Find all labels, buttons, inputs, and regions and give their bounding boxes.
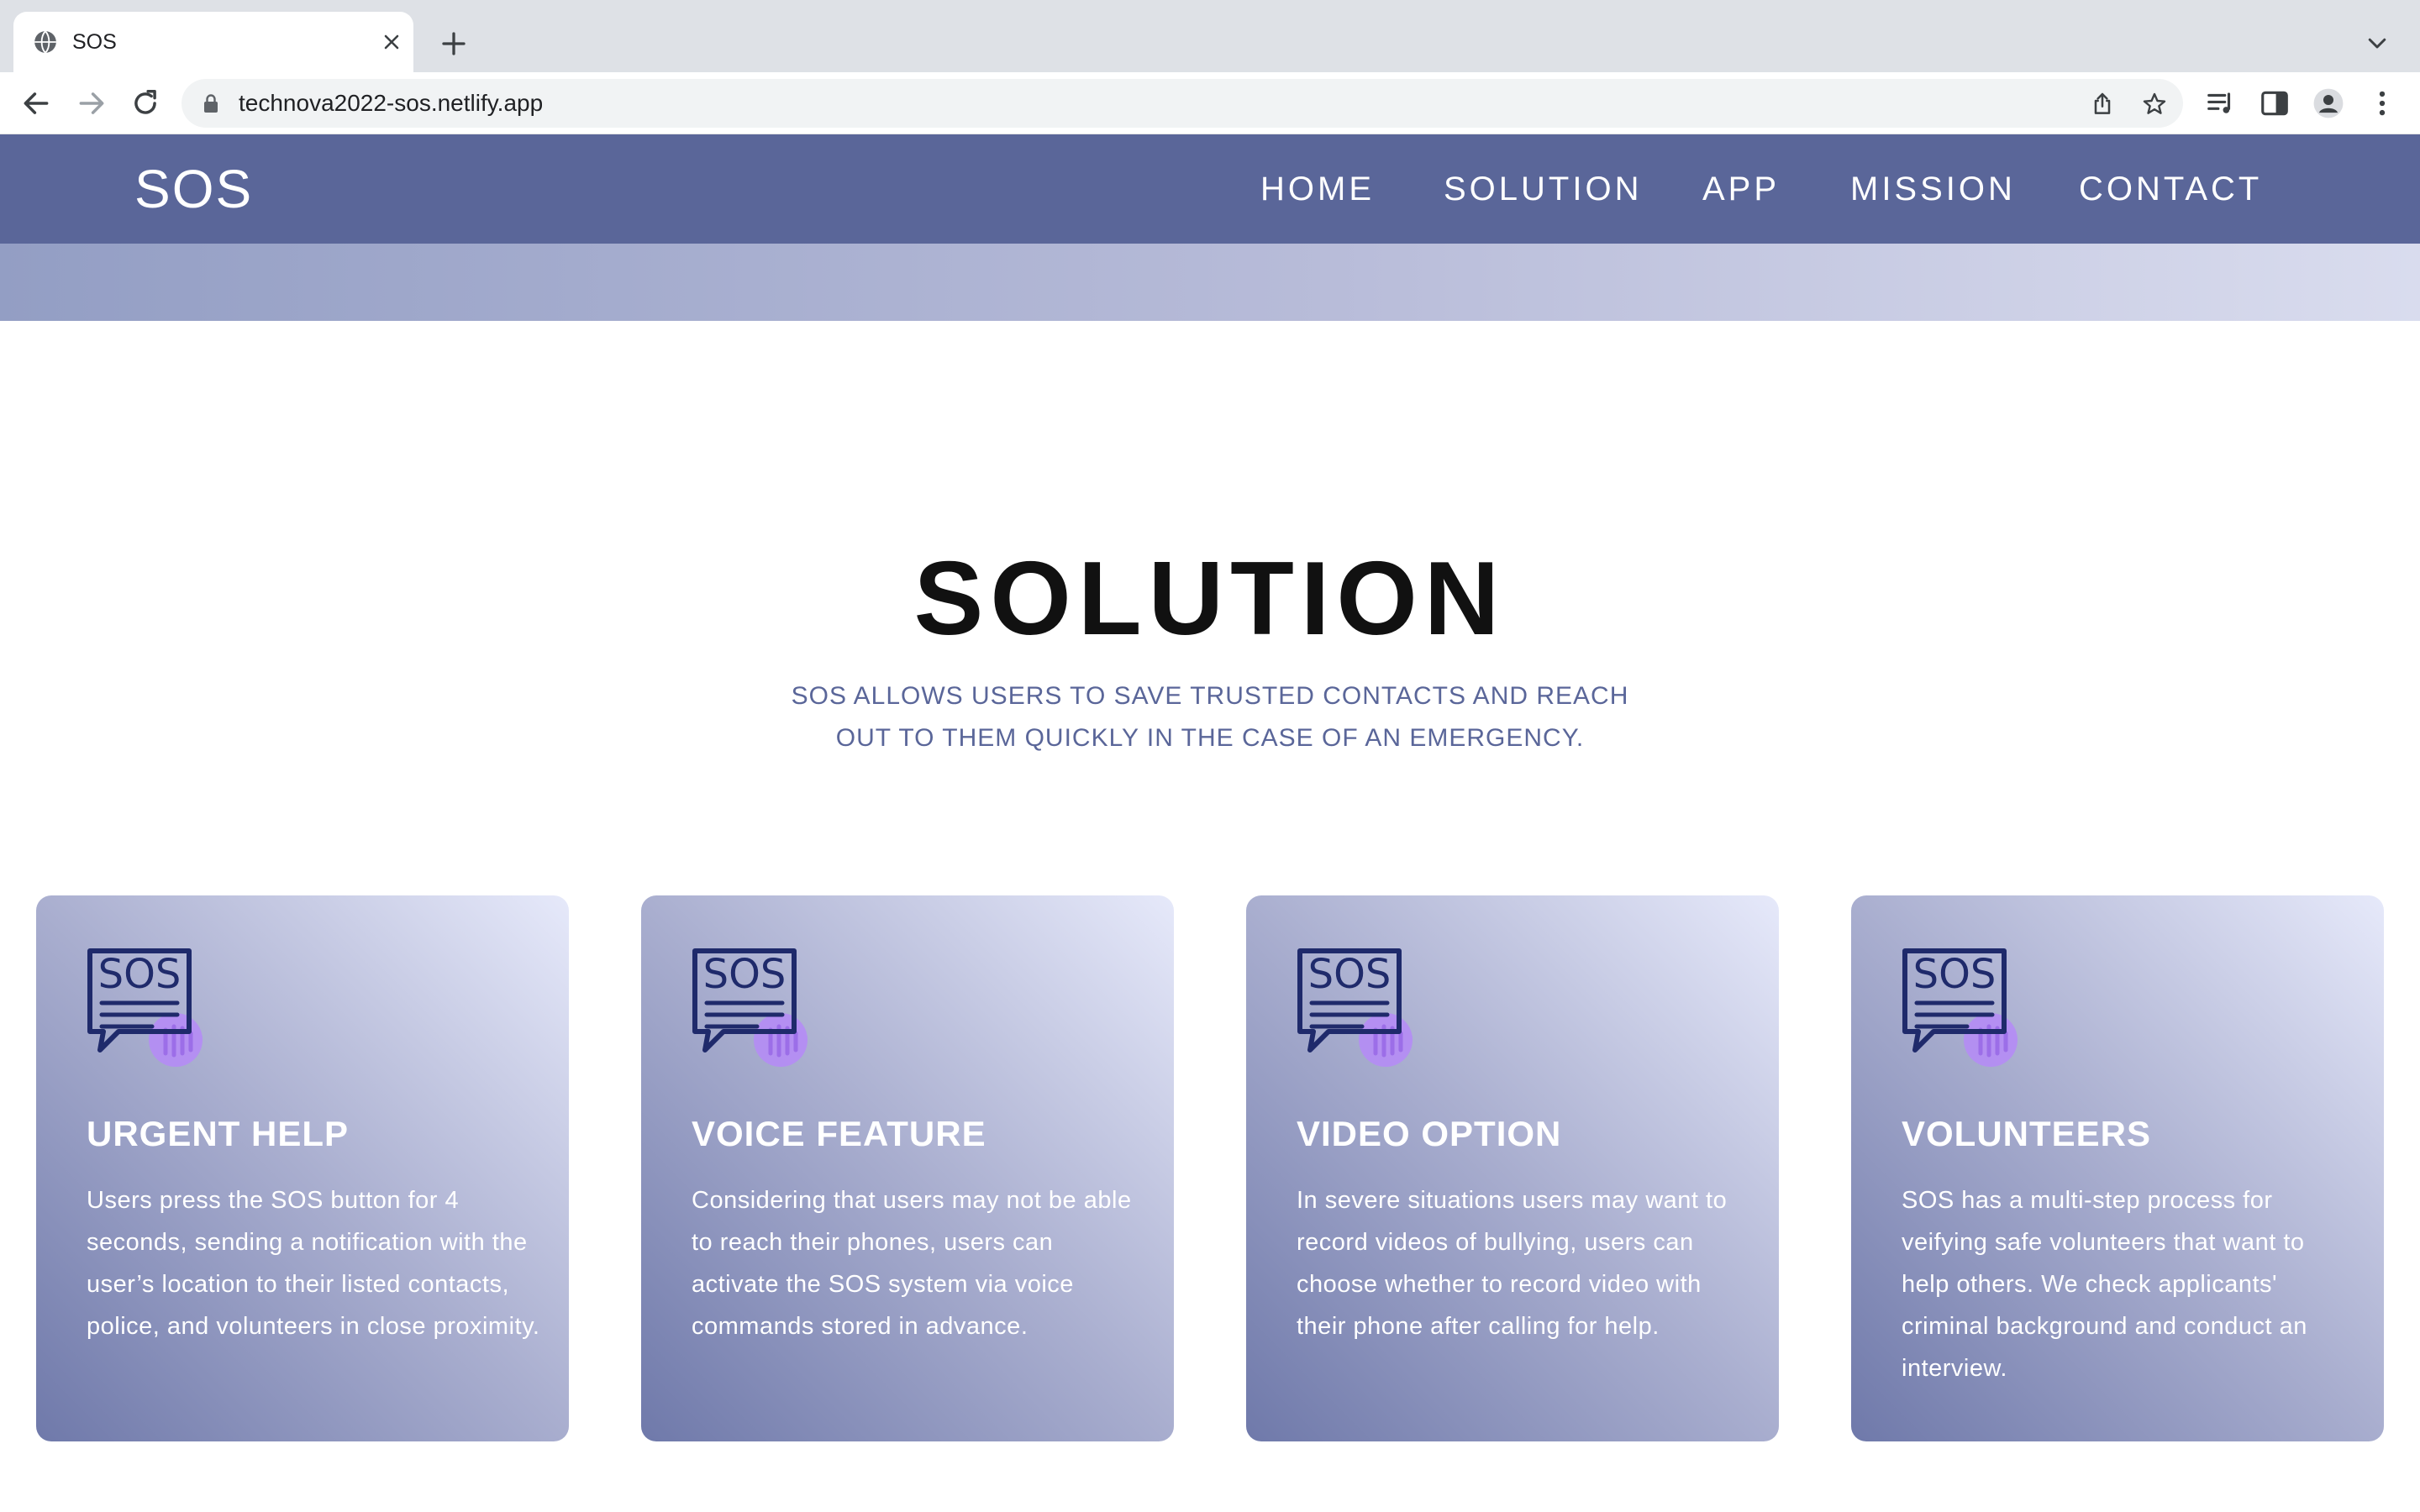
section-title: SOLUTION: [913, 541, 1507, 657]
card-description: Considering that users may not be able t…: [692, 1187, 1132, 1340]
chevron-down-icon[interactable]: [2365, 30, 2390, 55]
card-description: Users press the SOS button for 4 seconds…: [87, 1187, 540, 1340]
profile-avatar-icon[interactable]: [2312, 87, 2344, 119]
sos-icon-label: SOS: [703, 951, 786, 998]
forward-arrow-icon[interactable]: [76, 87, 108, 119]
browser-toolbar: technova2022-sos.netlify.app: [0, 72, 2420, 134]
card-description: In severe situations users may want to r…: [1297, 1187, 1728, 1340]
sos-chat-icon: SOS: [87, 948, 203, 1067]
card-title: VOICE FEATURE: [692, 1114, 986, 1153]
side-panel-icon[interactable]: [2259, 87, 2291, 119]
media-queue-icon[interactable]: [2205, 87, 2237, 119]
nav-link-mission[interactable]: MISSION: [1850, 171, 2016, 207]
subtitle-line-2: OUT TO THEM QUICKLY IN THE CASE OF AN EM…: [835, 724, 1585, 752]
feature-card-video-option: SOS VIDEO OPTION In severe situations us…: [1246, 895, 1779, 1441]
feature-card-volunteers: SOS VOLUNTEERS SOS has a multi-step proc…: [1851, 895, 2384, 1441]
card-title: VOLUNTEERS: [1902, 1114, 2152, 1153]
feature-card-voice-feature: SOS VOICE FEATURE Considering that users…: [641, 895, 1174, 1441]
tab-title: SOS: [72, 30, 117, 54]
close-icon[interactable]: [380, 30, 403, 54]
lock-icon[interactable]: [202, 93, 220, 113]
back-arrow-icon[interactable]: [20, 87, 52, 119]
section-subtitle: SOS ALLOWS USERS TO SAVE TRUSTED CONTACT…: [790, 675, 1630, 759]
sos-chat-icon: SOS: [1297, 948, 1413, 1067]
share-icon[interactable]: [2089, 91, 2116, 118]
sos-chat-icon: SOS: [692, 948, 808, 1067]
browser-tab-bar: SOS: [0, 0, 2420, 72]
sos-icon-label: SOS: [1913, 951, 1996, 998]
site-logo[interactable]: SOS: [134, 161, 253, 217]
globe-icon: [34, 30, 56, 54]
sos-chat-icon: SOS: [1902, 948, 2018, 1067]
feature-card-urgent-help: SOS URGENT HELP Users press the SOS butt…: [36, 895, 569, 1441]
reload-icon[interactable]: [129, 87, 161, 119]
site-header: SOS HOME SOLUTION APP MISSION CONTACT: [0, 134, 2420, 244]
hero-gradient-strip: [0, 244, 2420, 321]
card-title: VIDEO OPTION: [1297, 1114, 1562, 1153]
url-text: technova2022-sos.netlify.app: [239, 90, 544, 116]
sos-icon-label: SOS: [98, 951, 182, 998]
new-tab-plus-icon[interactable]: [439, 29, 469, 59]
nav-link-home[interactable]: HOME: [1260, 171, 1375, 207]
subtitle-line-1: SOS ALLOWS USERS TO SAVE TRUSTED CONTACT…: [791, 682, 1629, 710]
browser-tab[interactable]: SOS: [13, 12, 413, 72]
address-bar[interactable]: technova2022-sos.netlify.app: [182, 79, 2183, 128]
card-title: URGENT HELP: [87, 1114, 350, 1153]
bookmark-star-icon[interactable]: [2141, 91, 2168, 118]
card-description: SOS has a multi-step process for veifyin…: [1902, 1187, 2307, 1382]
nav-link-solution[interactable]: SOLUTION: [1444, 171, 1642, 207]
nav-link-app[interactable]: APP: [1702, 171, 1780, 207]
more-vertical-icon[interactable]: [2366, 87, 2398, 119]
nav-link-contact[interactable]: CONTACT: [2079, 171, 2262, 207]
sos-icon-label: SOS: [1308, 951, 1392, 998]
